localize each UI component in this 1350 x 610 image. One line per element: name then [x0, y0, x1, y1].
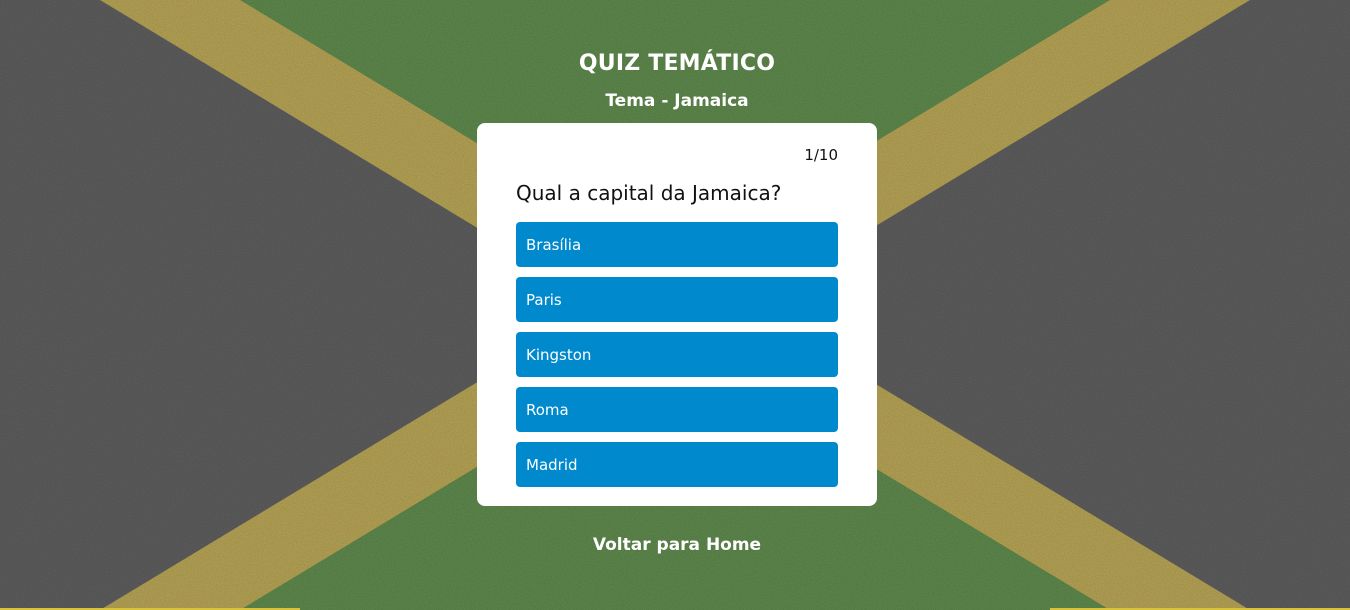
- answer-option[interactable]: Roma: [516, 387, 838, 432]
- quiz-page: QUIZ TEMÁTICO Tema - Jamaica 1/10 Qual a…: [0, 0, 1350, 610]
- back-to-home-link[interactable]: Voltar para Home: [0, 535, 1350, 555]
- answer-option[interactable]: Brasília: [516, 222, 838, 267]
- page-title: QUIZ TEMÁTICO: [578, 51, 776, 76]
- answer-option[interactable]: Paris: [516, 277, 838, 322]
- answer-option[interactable]: Kingston: [516, 332, 838, 377]
- quiz-card: 1/10 Qual a capital da Jamaica? Brasília…: [477, 123, 877, 506]
- question-text: Qual a capital da Jamaica?: [516, 181, 782, 205]
- answer-options: Brasília Paris Kingston Roma Madrid: [516, 222, 838, 497]
- answer-option[interactable]: Madrid: [516, 442, 838, 487]
- theme-subtitle: Tema - Jamaica: [605, 91, 749, 111]
- question-counter: 1/10: [804, 146, 838, 164]
